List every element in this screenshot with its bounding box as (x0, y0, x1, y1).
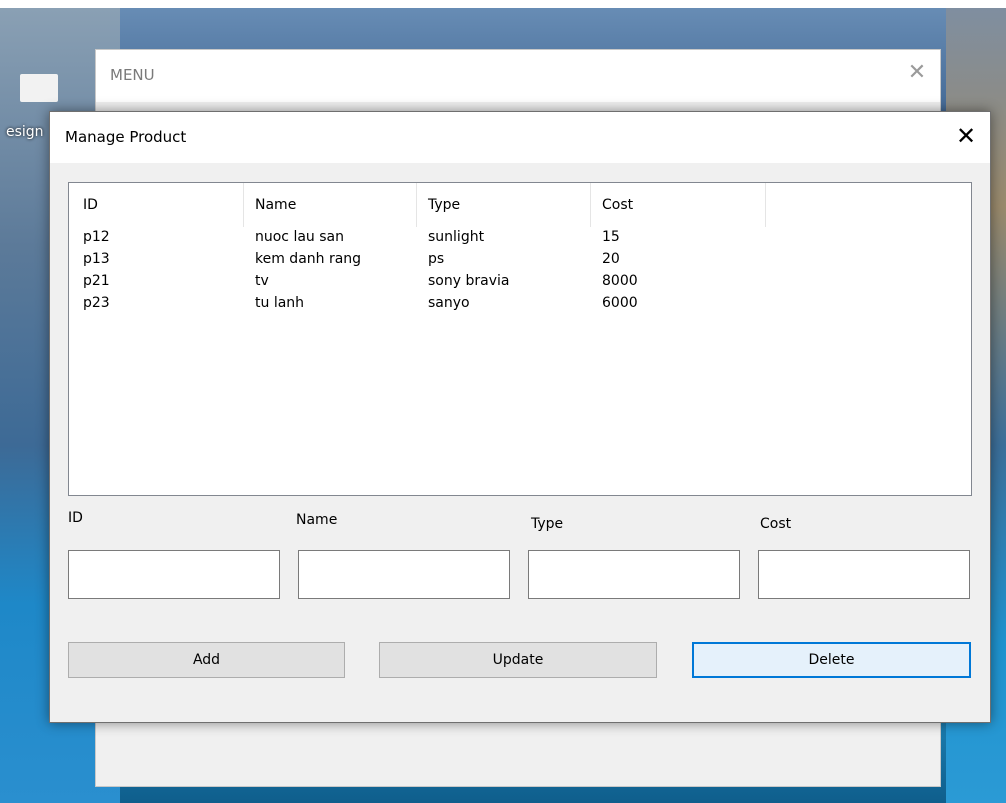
desktop-top-strip (0, 0, 1006, 8)
manage-product-window: Manage Product ✕ ID Name Type Cost p12 n… (49, 111, 991, 723)
cell-cost: 15 (602, 229, 620, 245)
desktop-shortcut-label[interactable]: esign (6, 124, 44, 140)
table-row[interactable]: p13 kem danh rang ps 20 (69, 249, 971, 271)
type-input[interactable] (528, 550, 740, 599)
column-header-cost[interactable]: Cost (602, 197, 633, 213)
cell-cost: 20 (602, 251, 620, 267)
column-separator[interactable] (765, 183, 766, 227)
product-list-header: ID Name Type Cost (69, 183, 971, 227)
cell-name: kem danh rang (255, 251, 362, 267)
column-separator[interactable] (590, 183, 591, 227)
cell-id: p21 (83, 273, 110, 289)
product-list-view[interactable]: ID Name Type Cost p12 nuoc lau san sunli… (68, 182, 972, 496)
cost-label: Cost (760, 516, 792, 532)
cell-id: p13 (83, 251, 110, 267)
cell-cost: 6000 (602, 295, 638, 311)
cell-type: sunlight (428, 229, 485, 245)
cell-name: tv (255, 273, 269, 289)
update-button[interactable]: Update (379, 642, 657, 678)
menu-close-icon[interactable]: ✕ (906, 62, 928, 84)
cell-type: sony bravia (428, 273, 510, 289)
name-label: Name (296, 512, 338, 528)
id-input[interactable] (68, 550, 280, 599)
id-label: ID (68, 510, 83, 526)
table-row[interactable]: p21 tv sony bravia 8000 (69, 271, 971, 293)
column-separator[interactable] (416, 183, 417, 227)
cell-cost: 8000 (602, 273, 638, 289)
delete-button[interactable]: Delete (692, 642, 971, 678)
menu-window-title: MENU (110, 66, 155, 84)
column-header-name[interactable]: Name (255, 197, 296, 213)
manage-product-titlebar[interactable]: Manage Product ✕ (50, 112, 990, 163)
manage-product-close-icon[interactable]: ✕ (952, 122, 980, 150)
desktop-shortcut-icon[interactable] (20, 74, 58, 102)
manage-product-title: Manage Product (65, 128, 187, 146)
column-header-id[interactable]: ID (83, 197, 98, 213)
type-label: Type (531, 516, 564, 532)
column-header-type[interactable]: Type (428, 197, 460, 213)
cell-id: p23 (83, 295, 110, 311)
cell-type: ps (428, 251, 445, 267)
cell-name: nuoc lau san (255, 229, 344, 245)
table-row[interactable]: p23 tu lanh sanyo 6000 (69, 293, 971, 315)
menu-titlebar[interactable]: MENU ✕ (96, 50, 940, 102)
cell-id: p12 (83, 229, 110, 245)
cell-type: sanyo (428, 295, 470, 311)
table-row[interactable]: p12 nuoc lau san sunlight 15 (69, 227, 971, 249)
column-separator[interactable] (243, 183, 244, 227)
cell-name: tu lanh (255, 295, 305, 311)
add-button[interactable]: Add (68, 642, 345, 678)
name-input[interactable] (298, 550, 510, 599)
cost-input[interactable] (758, 550, 970, 599)
